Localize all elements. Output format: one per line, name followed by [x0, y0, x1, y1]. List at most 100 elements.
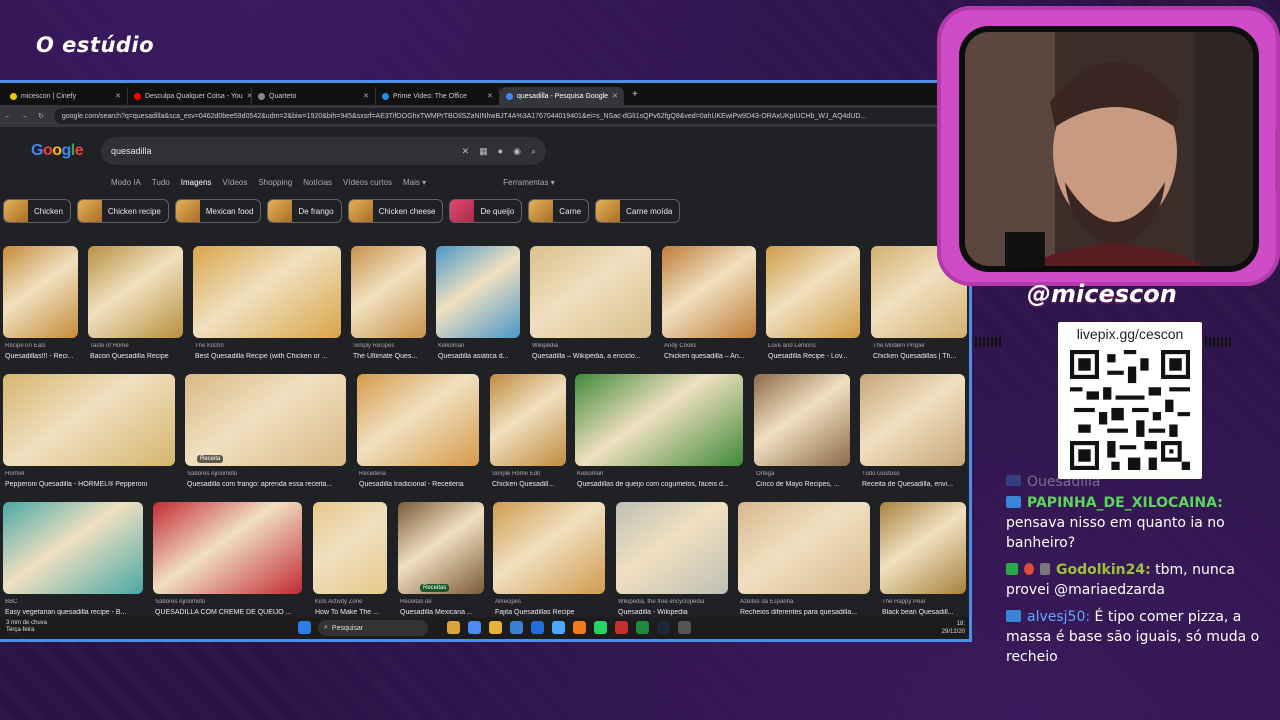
result-image[interactable]: [662, 246, 756, 338]
result-source[interactable]: Ortega: [756, 471, 852, 477]
taskbar-app-icon[interactable]: [678, 621, 691, 634]
browser-tab[interactable]: Prime Video: The Office ✕: [376, 87, 500, 105]
browser-tab[interactable]: Quarteto ✕: [252, 87, 376, 105]
result-source[interactable]: Sabores Ajinomoto: [187, 471, 348, 477]
browser-tab-active[interactable]: quesadilla - Pesquisa Google ✕: [500, 87, 624, 105]
back-icon[interactable]: ←: [4, 113, 11, 120]
chip[interactable]: Chicken cheese: [347, 199, 444, 223]
result-image[interactable]: [313, 502, 387, 594]
mic-icon[interactable]: ●: [498, 146, 503, 157]
steam-icon[interactable]: [657, 621, 670, 634]
tab-news[interactable]: Notícias: [303, 178, 332, 187]
result-source[interactable]: Receiteria: [359, 471, 481, 477]
whatsapp-icon[interactable]: [594, 621, 607, 634]
result-title[interactable]: Quesadillas!!! - Reci...: [5, 353, 88, 360]
result-source[interactable]: Kikkoman: [438, 343, 522, 349]
result-source[interactable]: The Kitchn: [195, 343, 343, 349]
result-source[interactable]: Sabores Ajinomoto: [155, 599, 304, 605]
search-box[interactable]: quesadilla ✕ ▦ ● ◉ ⌕: [101, 137, 546, 165]
reload-icon[interactable]: ↻: [38, 112, 44, 120]
result-source[interactable]: BBC: [5, 599, 145, 605]
result-image[interactable]: [88, 246, 183, 338]
close-tab-icon[interactable]: ✕: [487, 92, 493, 100]
result-title[interactable]: Recheios diferentes para quesadilla...: [740, 609, 880, 616]
result-image[interactable]: [3, 374, 175, 466]
result-title[interactable]: Chicken quesadilla – An...: [664, 353, 766, 360]
result-image[interactable]: [436, 246, 520, 338]
browser-tab[interactable]: Desculpa Qualquer Coisa - You ✕: [128, 87, 252, 105]
tab-videos[interactable]: Vídeos: [222, 178, 247, 187]
close-tab-icon[interactable]: ✕: [363, 92, 369, 100]
result-title[interactable]: Quesadillas de queijo com cogumelos, fác…: [577, 481, 753, 488]
taskbar-search[interactable]: ⌕ Pesquisar: [318, 620, 428, 636]
chat-username[interactable]: Godolkin24:: [1056, 562, 1151, 578]
chrome-icon[interactable]: [468, 621, 481, 634]
result-title[interactable]: Quesadilla com frango: aprenda essa rece…: [187, 481, 356, 488]
result-title[interactable]: Quesadilla Recipe - Lov...: [768, 353, 870, 360]
result-title[interactable]: Chicken Quesadillas | Th...: [873, 353, 969, 360]
result-image[interactable]: [738, 502, 870, 594]
search-icon[interactable]: ⌕: [531, 146, 536, 157]
file-explorer-icon[interactable]: [489, 621, 502, 634]
keyboard-icon[interactable]: ▦: [479, 146, 488, 157]
result-source[interactable]: The Happy Pear: [882, 599, 968, 605]
chip[interactable]: Carne moída: [595, 199, 681, 223]
result-source[interactable]: Kids Activity Zone: [315, 599, 389, 605]
tab-short-videos[interactable]: Vídeos curtos: [343, 178, 392, 187]
result-source[interactable]: Receitas de: [400, 599, 486, 605]
result-source[interactable]: Hormel: [5, 471, 177, 477]
result-source[interactable]: Kikkoman: [577, 471, 745, 477]
result-image[interactable]: [616, 502, 728, 594]
result-title[interactable]: Chicken Quesadill...: [492, 481, 576, 488]
result-image[interactable]: [3, 502, 143, 594]
chat-username[interactable]: PAPINHA_DE_XILOCAINA:: [1027, 495, 1223, 511]
result-title[interactable]: Quesadilla Mexicana ...: [400, 609, 494, 616]
result-image[interactable]: [530, 246, 651, 338]
start-icon[interactable]: [298, 621, 311, 634]
url-field[interactable]: google.com/search?q=quesadilla&sca_esv=0…: [53, 108, 949, 124]
result-source[interactable]: The Modern Proper: [873, 343, 969, 349]
tab-shopping[interactable]: Shopping: [258, 178, 292, 187]
tab-ai-mode[interactable]: Modo IA: [111, 178, 141, 187]
tab-more[interactable]: Mais ▾: [403, 178, 426, 187]
vlc-icon[interactable]: [573, 621, 586, 634]
result-image[interactable]: [754, 374, 850, 466]
result-title[interactable]: Cinco de Mayo Recipes, ...: [756, 481, 860, 488]
tab-all[interactable]: Tudo: [152, 178, 170, 187]
result-image[interactable]: [493, 502, 605, 594]
result-title[interactable]: How To Make The ...: [315, 609, 397, 616]
result-source[interactable]: Wikipedia, the free encyclopedia: [618, 599, 730, 605]
result-source[interactable]: Simply Recipes: [353, 343, 428, 349]
result-image[interactable]: [490, 374, 566, 466]
lens-icon[interactable]: ◉: [513, 146, 521, 157]
result-source[interactable]: RecipeTin Eats: [5, 343, 80, 349]
store-icon[interactable]: [510, 621, 523, 634]
excel-icon[interactable]: [636, 621, 649, 634]
result-title[interactable]: Black bean Quesadill...: [882, 609, 969, 616]
result-image[interactable]: [860, 374, 965, 466]
result-source[interactable]: Andy Cooks: [664, 343, 758, 349]
google-logo[interactable]: Google: [31, 142, 84, 160]
taskbar-app-icon[interactable]: [615, 621, 628, 634]
result-title[interactable]: Quesadilla – Wikipédia, a enciclo...: [532, 353, 661, 360]
chip[interactable]: Chicken recipe: [76, 199, 169, 223]
result-title[interactable]: Best Quesadilla Recipe (with Chicken or …: [195, 353, 351, 360]
result-image[interactable]: [880, 502, 966, 594]
result-image[interactable]: [3, 246, 78, 338]
chip[interactable]: De queijo: [449, 199, 523, 223]
result-title[interactable]: Quesadilla tradicional - Receiteria: [359, 481, 489, 488]
result-image[interactable]: [766, 246, 860, 338]
tools-button[interactable]: Ferramentas ▾: [503, 178, 555, 187]
result-source[interactable]: Love and Lemons: [768, 343, 862, 349]
result-title[interactable]: Easy vegetarian quesadilla recipe - B...: [5, 609, 153, 616]
result-image[interactable]: [398, 502, 484, 594]
search-query[interactable]: quesadilla: [111, 146, 152, 156]
tab-images[interactable]: Imagens: [181, 178, 212, 187]
result-image[interactable]: [575, 374, 743, 466]
result-title[interactable]: Pepperoni Quesadilla - HORMEL® Pepperoni: [5, 481, 185, 488]
close-tab-icon[interactable]: ✕: [115, 92, 121, 100]
result-image[interactable]: [357, 374, 479, 466]
forward-icon[interactable]: →: [21, 113, 28, 120]
chat-username[interactable]: alvesj50:: [1027, 609, 1090, 625]
chip[interactable]: Carne: [528, 199, 590, 223]
